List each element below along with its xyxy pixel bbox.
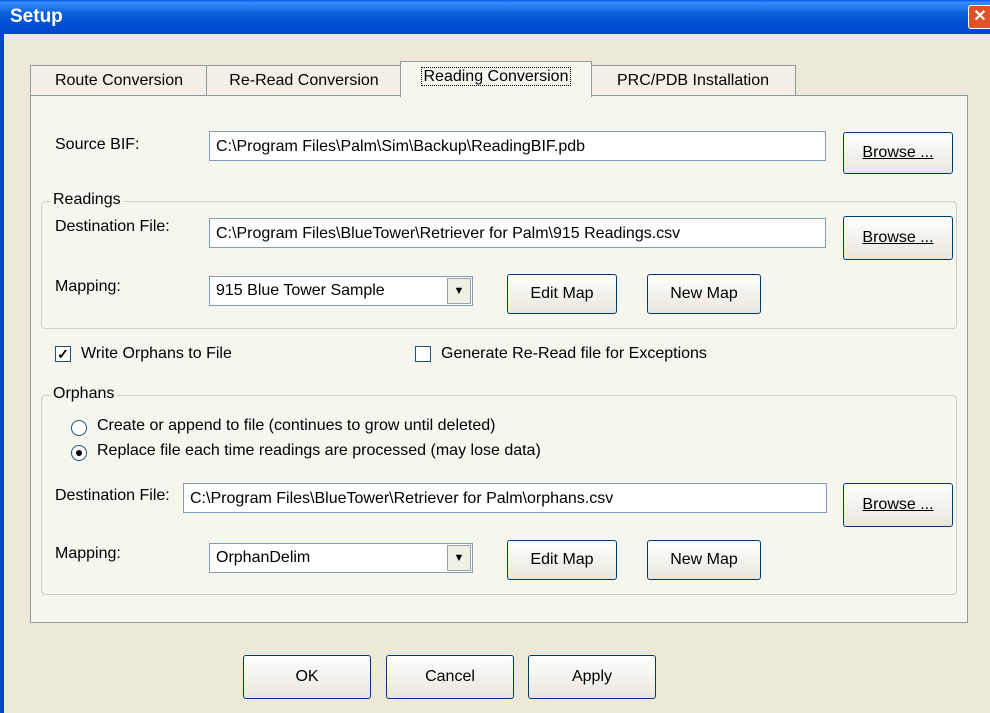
readings-mapping-value: 915 Blue Tower Sample bbox=[216, 282, 385, 299]
readings-mapping-select[interactable]: 915 Blue Tower Sample ▼ bbox=[209, 276, 473, 306]
radio-selected-dot bbox=[76, 450, 82, 456]
readings-new-map-button[interactable]: New Map bbox=[647, 274, 761, 314]
orphans-new-map-button[interactable]: New Map bbox=[647, 540, 761, 580]
chevron-down-icon[interactable]: ▼ bbox=[447, 278, 471, 304]
readings-group-title: Readings bbox=[50, 191, 124, 209]
tab-reading-conversion[interactable]: Reading Conversion bbox=[400, 61, 592, 97]
orphans-mapping-label: Mapping: bbox=[55, 545, 121, 562]
readings-edit-map-button[interactable]: Edit Map bbox=[507, 274, 617, 314]
write-orphans-checkbox[interactable]: ✓ bbox=[55, 346, 71, 362]
tab-route-conversion[interactable]: Route Conversion bbox=[30, 65, 208, 96]
source-bif-input[interactable]: C:\Program Files\Palm\Sim\Backup\Reading… bbox=[209, 131, 826, 161]
orphans-dest-label: Destination File: bbox=[55, 487, 170, 504]
radio-create-append-label: Create or append to file (continues to g… bbox=[97, 417, 496, 434]
cancel-button[interactable]: Cancel bbox=[386, 655, 514, 699]
readings-dest-input[interactable]: C:\Program Files\BlueTower\Retriever for… bbox=[209, 218, 826, 248]
orphans-group-title: Orphans bbox=[50, 385, 118, 403]
tab-panel: Source BIF: C:\Program Files\Palm\Sim\Ba… bbox=[30, 95, 968, 623]
readings-dest-label: Destination File: bbox=[55, 218, 170, 235]
radio-replace[interactable] bbox=[71, 445, 87, 461]
close-icon[interactable]: ✕ bbox=[968, 5, 990, 29]
orphans-browse-button[interactable]: Browse ... bbox=[843, 483, 953, 527]
title-bar: Setup ✕ bbox=[0, 0, 990, 34]
tab-prc-pdb-installation[interactable]: PRC/PDB Installation bbox=[590, 65, 796, 96]
write-orphans-label: Write Orphans to File bbox=[81, 345, 232, 362]
chevron-down-icon[interactable]: ▼ bbox=[447, 545, 471, 571]
orphans-edit-map-button[interactable]: Edit Map bbox=[507, 540, 617, 580]
orphans-mapping-select[interactable]: OrphanDelim ▼ bbox=[209, 543, 473, 573]
orphans-dest-input[interactable]: C:\Program Files\BlueTower\Retriever for… bbox=[183, 483, 827, 513]
window-frame-left bbox=[0, 34, 4, 713]
radio-replace-label: Replace file each time readings are proc… bbox=[97, 442, 541, 459]
window-title: Setup bbox=[10, 6, 63, 27]
tab-re-read-conversion[interactable]: Re-Read Conversion bbox=[206, 65, 402, 96]
radio-create-append[interactable] bbox=[71, 420, 87, 436]
generate-reread-label: Generate Re-Read file for Exceptions bbox=[441, 345, 707, 362]
ok-button[interactable]: OK bbox=[243, 655, 371, 699]
readings-browse-button[interactable]: Browse ... bbox=[843, 216, 953, 260]
readings-mapping-label: Mapping: bbox=[55, 278, 121, 295]
generate-reread-checkbox[interactable] bbox=[415, 346, 431, 362]
source-browse-button[interactable]: Browse ... bbox=[843, 132, 953, 174]
apply-button[interactable]: Apply bbox=[528, 655, 656, 699]
orphans-mapping-value: OrphanDelim bbox=[216, 549, 311, 566]
source-bif-label: Source BIF: bbox=[55, 136, 140, 153]
